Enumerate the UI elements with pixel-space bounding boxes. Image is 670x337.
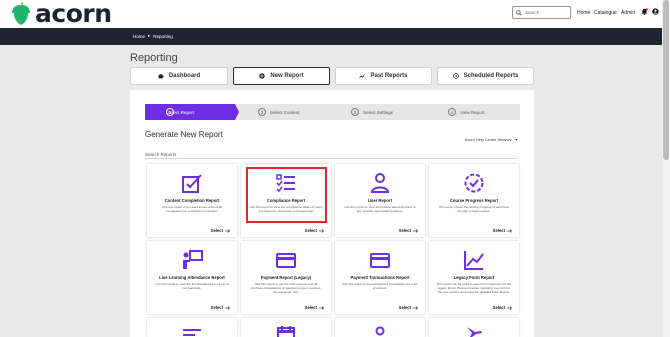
card-course-progress-report[interactable]: Course Progress Report This report shows… xyxy=(429,164,519,237)
checkbox-edit-icon xyxy=(182,174,202,193)
card-payment-report-legacy[interactable]: Payment Report (Legacy) Use this report … xyxy=(241,241,331,314)
card-legacy-form-report[interactable]: Legacy Form Report This report can be us… xyxy=(429,241,519,314)
card-live-learning-attendance-report[interactable]: Live Learning Attendance Report Use this… xyxy=(147,241,237,314)
tab-past-reports-label: Past Reports xyxy=(370,73,408,79)
step-3-number: 3 xyxy=(351,108,359,116)
search-reports-label: Search Reports xyxy=(145,152,177,157)
credit-card-icon xyxy=(370,253,390,268)
tab-past-reports[interactable]: Past Reports xyxy=(335,67,432,85)
logo-text: acorn xyxy=(35,0,112,28)
clock-icon xyxy=(452,73,459,79)
arrow-right-icon xyxy=(507,305,512,310)
card-title: Legacy Form Report xyxy=(453,275,495,280)
card-description: Use this report to view the list attenda… xyxy=(155,282,229,290)
acorn-icon xyxy=(12,2,30,25)
notification-bell-icon[interactable] xyxy=(641,8,648,15)
select-button[interactable]: Select xyxy=(399,305,418,310)
select-button[interactable]: Select xyxy=(211,305,230,310)
step-2-number: 2 xyxy=(258,108,266,116)
select-button[interactable]: Select xyxy=(305,305,324,310)
page-scrollbar[interactable] xyxy=(662,0,670,337)
select-button[interactable]: Select xyxy=(211,228,230,233)
generate-title: Generate New Report xyxy=(145,130,223,139)
arrow-right-icon xyxy=(413,305,418,310)
card-title: User Report xyxy=(368,198,392,203)
select-button[interactable]: Select xyxy=(493,228,512,233)
nav-home[interactable]: Home xyxy=(577,10,590,16)
list-icon xyxy=(183,329,201,336)
page-title: Reporting xyxy=(130,52,178,64)
plus-circle-icon xyxy=(259,73,266,79)
arrow-right-icon xyxy=(319,228,324,233)
top-bar: acorn Home Catalogue Admin xyxy=(0,0,662,28)
divider xyxy=(145,158,518,159)
tab-new-report[interactable]: New Report xyxy=(233,67,330,85)
tab-dashboard-label: Dashboard xyxy=(168,73,201,79)
card-payment-transactions-report[interactable]: Payment Transactions Report Use this rep… xyxy=(335,241,425,314)
card-title: Payment Report (Legacy) xyxy=(260,275,312,280)
credit-card-icon xyxy=(276,253,296,268)
search-input[interactable] xyxy=(525,10,569,15)
airplane-icon xyxy=(467,327,482,337)
card-description: Use this report if you want to see a lis… xyxy=(162,205,222,213)
card-partial-1[interactable] xyxy=(147,318,237,337)
nav-admin[interactable]: Admin xyxy=(621,10,635,16)
card-partial-3[interactable] xyxy=(335,318,425,337)
card-description: Use this report to see all payment trans… xyxy=(342,282,418,290)
arrow-right-icon xyxy=(225,228,230,233)
tenancy-label: Acorn Help Centre Tenancy xyxy=(465,137,512,142)
tab-scheduled-reports-label: Scheduled Reports xyxy=(463,73,519,79)
card-user-report[interactable]: User Report Use this report to view info… xyxy=(335,164,425,237)
arrow-right-icon xyxy=(507,228,512,233)
breadcrumb: Home ▸ Reporting xyxy=(133,33,173,39)
card-title: Course Progress Report xyxy=(449,198,499,203)
card-partial-4[interactable] xyxy=(429,318,519,337)
card-partial-2[interactable] xyxy=(241,318,331,337)
card-title: Payment Transactions Report xyxy=(350,275,410,280)
breadcrumb-bar: Home ▸ Reporting xyxy=(0,28,662,45)
step-4-label[interactable]: View Report xyxy=(460,110,484,115)
breadcrumb-home[interactable]: Home xyxy=(133,34,145,39)
scrollbar-thumb[interactable] xyxy=(663,0,669,160)
user-icon xyxy=(370,173,390,193)
card-description: This report can be used to view form res… xyxy=(436,282,512,294)
logo[interactable]: acorn xyxy=(10,1,112,27)
card-description: This report shows the activity progress … xyxy=(438,205,510,213)
card-description: Use this report to view information abou… xyxy=(344,205,416,213)
arrow-right-icon xyxy=(319,305,324,310)
presenter-icon xyxy=(183,250,203,269)
tab-dashboard[interactable]: Dashboard xyxy=(130,67,228,85)
step-select-report[interactable]: Select Report xyxy=(145,104,239,120)
arrow-right-icon xyxy=(413,228,418,233)
step-1-number: 1 xyxy=(166,108,174,116)
step-4-number: 4 xyxy=(448,108,456,116)
card-title: Live Learning Attendance Report xyxy=(159,275,225,280)
nav-catalogue[interactable]: Catalogue xyxy=(594,10,617,16)
user-account-icon[interactable] xyxy=(652,8,659,15)
progress-check-icon xyxy=(464,173,484,193)
arrow-right-icon xyxy=(225,305,230,310)
search-icon xyxy=(516,9,522,16)
user-group-icon xyxy=(375,326,385,336)
card-title: Content Completion Report xyxy=(164,198,220,203)
tab-new-report-label: New Report xyxy=(270,73,304,79)
puzzle-icon xyxy=(158,73,164,79)
search-box[interactable] xyxy=(512,6,571,19)
trend-line-icon xyxy=(359,74,366,79)
select-button[interactable]: Select xyxy=(399,228,418,233)
tenancy-select[interactable]: Acorn Help Centre Tenancy ▾ xyxy=(465,137,518,143)
select-button[interactable]: Select xyxy=(493,305,512,310)
step-2-label[interactable]: Select Content xyxy=(270,110,300,115)
step-3-label[interactable]: Select Settings xyxy=(363,110,393,115)
caret-down-icon: ▾ xyxy=(515,138,518,142)
chart-line-icon xyxy=(464,251,484,270)
card-description: Use this report to get the total revenue… xyxy=(250,282,322,294)
card-content-completion-report[interactable]: Content Completion Report Use this repor… xyxy=(147,164,237,237)
tab-scheduled-reports[interactable]: Scheduled Reports xyxy=(437,67,534,85)
breadcrumb-reporting: Reporting xyxy=(153,33,173,39)
chevron-right-icon: ▸ xyxy=(148,33,151,38)
calendar-icon xyxy=(277,326,295,337)
highlight-box xyxy=(246,167,327,223)
select-button[interactable]: Select xyxy=(305,228,324,233)
